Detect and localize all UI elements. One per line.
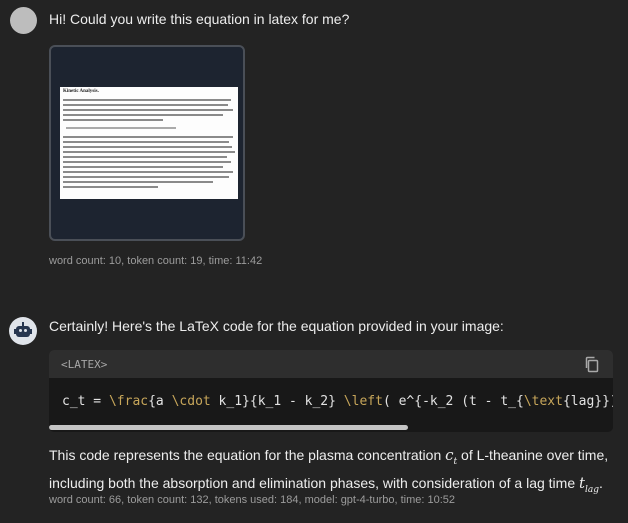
assistant-intro-text: Certainly! Here's the LaTeX code for the…	[49, 318, 504, 334]
code-token: {lag}})}	[562, 394, 613, 409]
paper-text-line	[63, 176, 229, 178]
math-base: c	[445, 446, 454, 464]
attached-paper-page: Kinetic Analysis.	[60, 87, 238, 199]
code-command-token: \cdot	[171, 394, 211, 409]
paper-text-line	[63, 109, 233, 111]
paper-equation-line	[66, 127, 176, 129]
code-command-token: \text	[523, 394, 563, 409]
code-token: k_1}{k_1 - k_2}	[210, 394, 344, 409]
paper-text-line	[63, 146, 232, 148]
code-token: {a	[148, 394, 172, 409]
paper-text-line	[63, 136, 233, 138]
code-language-label: <LATEX>	[61, 358, 108, 371]
math-tlag: tlag	[579, 474, 600, 495]
code-horizontal-scrollbar[interactable]	[49, 425, 408, 430]
code-token: ( e^{-k_2 (t - t_{	[382, 394, 524, 409]
code-token: c_t =	[62, 394, 109, 409]
explanation-text: This code represents the equation for th…	[49, 447, 446, 463]
user-message-text: Hi! Could you write this equation in lat…	[49, 11, 350, 27]
paper-text-line	[63, 156, 227, 158]
assistant-explanation: This code represents the equation for th…	[49, 445, 619, 501]
assistant-avatar-robot-icon	[9, 317, 37, 345]
explanation-text: .	[599, 475, 603, 491]
paper-text-line	[63, 114, 223, 116]
user-message-meta: word count: 10, token count: 19, time: 1…	[49, 255, 263, 267]
code-command-token: \left	[343, 394, 383, 409]
code-command-token: \frac	[108, 394, 149, 409]
paper-text-line	[63, 151, 235, 153]
copy-icon[interactable]	[583, 355, 601, 373]
user-avatar	[10, 7, 37, 34]
attached-image-thumbnail[interactable]: Kinetic Analysis.	[49, 45, 245, 241]
latex-code-line[interactable]: c_t = \frac{a \cdot k_1}{k_1 - k_2} \lef…	[62, 394, 613, 409]
paper-text-line	[63, 161, 231, 163]
code-block: <LATEX> c_t = \frac{a \cdot k_1}{k_1 - k…	[49, 350, 613, 432]
paper-text-line	[63, 186, 158, 188]
attached-paper-heading: Kinetic Analysis.	[63, 89, 99, 94]
assistant-message-meta: word count: 66, token count: 132, tokens…	[49, 494, 456, 506]
paper-text-line	[63, 119, 163, 121]
math-ct: ct	[445, 446, 457, 467]
paper-text-line	[63, 141, 229, 143]
code-block-header: <LATEX>	[49, 350, 613, 378]
math-subscript: lag	[585, 485, 600, 495]
paper-text-line	[63, 181, 213, 183]
paper-text-line	[63, 171, 233, 173]
chat-transcript: Hi! Could you write this equation in lat…	[0, 0, 628, 523]
paper-text-line	[63, 99, 231, 101]
paper-text-line	[63, 166, 223, 168]
paper-text-line	[63, 104, 228, 106]
